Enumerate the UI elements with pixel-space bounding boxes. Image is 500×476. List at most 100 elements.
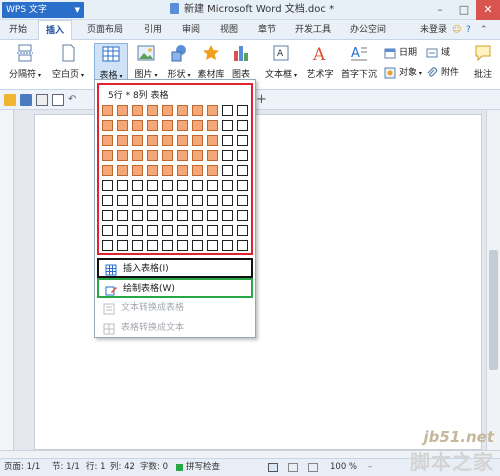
attachment-button[interactable]: 附件 xyxy=(426,64,459,82)
vertical-scrollbar[interactable] xyxy=(486,110,500,450)
grid-cell[interactable] xyxy=(147,165,158,176)
grid-cell[interactable] xyxy=(132,135,143,146)
tab-page-layout[interactable]: 页面布局 xyxy=(80,20,130,40)
grid-cell[interactable] xyxy=(117,210,128,221)
grid-cell[interactable] xyxy=(207,180,218,191)
outline-view-icon[interactable] xyxy=(288,463,298,472)
grid-cell[interactable] xyxy=(132,120,143,131)
grid-cell[interactable] xyxy=(132,240,143,251)
dropcap-button[interactable]: A 首字下沉 xyxy=(338,43,380,87)
grid-cell[interactable] xyxy=(162,195,173,206)
grid-cell[interactable] xyxy=(237,105,248,116)
ribbon-collapse-icon[interactable]: ⌃ xyxy=(480,20,488,40)
grid-cell[interactable] xyxy=(207,165,218,176)
grid-cell[interactable] xyxy=(177,120,188,131)
grid-cell[interactable] xyxy=(192,120,203,131)
grid-cell[interactable] xyxy=(222,240,233,251)
wordart-button[interactable]: A 艺术字 xyxy=(304,43,336,87)
grid-cell[interactable] xyxy=(237,135,248,146)
print-preview-icon[interactable] xyxy=(52,94,64,106)
grid-cell[interactable] xyxy=(162,225,173,236)
field-button[interactable]: 域 xyxy=(426,44,450,62)
grid-cell[interactable] xyxy=(162,150,173,161)
tab-review[interactable]: 审阅 xyxy=(176,20,206,40)
grid-cell[interactable] xyxy=(102,225,113,236)
grid-cell[interactable] xyxy=(162,165,173,176)
grid-cell[interactable] xyxy=(207,120,218,131)
grid-cell[interactable] xyxy=(162,135,173,146)
grid-cell[interactable] xyxy=(177,105,188,116)
login-link[interactable]: 未登录 xyxy=(420,20,447,40)
grid-cell[interactable] xyxy=(237,195,248,206)
grid-cell[interactable] xyxy=(222,210,233,221)
grid-cell[interactable] xyxy=(177,240,188,251)
zoom-out-icon[interactable]: – xyxy=(368,459,372,476)
tab-office-space[interactable]: 办公空间 xyxy=(344,20,392,40)
grid-cell[interactable] xyxy=(147,210,158,221)
grid-cell[interactable] xyxy=(147,240,158,251)
grid-cell[interactable] xyxy=(117,225,128,236)
open-folder-icon[interactable] xyxy=(4,94,16,106)
grid-cell[interactable] xyxy=(207,105,218,116)
grid-cell[interactable] xyxy=(102,165,113,176)
grid-cell[interactable] xyxy=(222,105,233,116)
grid-cell[interactable] xyxy=(102,180,113,191)
annotate-button[interactable]: 批注 xyxy=(468,43,498,87)
grid-cell[interactable] xyxy=(177,135,188,146)
grid-cell[interactable] xyxy=(192,180,203,191)
object-button[interactable]: 对象 ▾ xyxy=(384,64,422,82)
web-view-icon[interactable] xyxy=(308,463,318,472)
tab-reference[interactable]: 引用 xyxy=(138,20,168,40)
grid-cell[interactable] xyxy=(237,240,248,251)
grid-cell[interactable] xyxy=(222,225,233,236)
grid-cell[interactable] xyxy=(222,135,233,146)
tab-developer[interactable]: 开发工具 xyxy=(290,20,336,40)
grid-cell[interactable] xyxy=(237,210,248,221)
tab-chapter[interactable]: 章节 xyxy=(252,20,282,40)
grid-cell[interactable] xyxy=(117,135,128,146)
textbox-button[interactable]: A 文本框 ▾ xyxy=(262,43,300,87)
grid-cell[interactable] xyxy=(147,135,158,146)
minimize-icon[interactable]: – xyxy=(428,0,452,20)
skin-icon[interactable]: ☺ xyxy=(452,20,461,40)
grid-cell[interactable] xyxy=(222,120,233,131)
grid-cell[interactable] xyxy=(102,105,113,116)
grid-cell[interactable] xyxy=(162,240,173,251)
grid-cell[interactable] xyxy=(147,120,158,131)
grid-cell[interactable] xyxy=(192,105,203,116)
grid-cell[interactable] xyxy=(102,120,113,131)
print-icon[interactable] xyxy=(36,94,48,106)
page-view-icon[interactable] xyxy=(268,463,278,472)
grid-cell[interactable] xyxy=(222,180,233,191)
status-words[interactable]: 字数: 0 xyxy=(140,459,168,476)
insert-table-item[interactable]: 插入表格(I) xyxy=(97,258,253,278)
grid-cell[interactable] xyxy=(132,105,143,116)
grid-cell[interactable] xyxy=(237,120,248,131)
grid-cell[interactable] xyxy=(237,150,248,161)
grid-cell[interactable] xyxy=(207,135,218,146)
grid-cell[interactable] xyxy=(102,240,113,251)
grid-cell[interactable] xyxy=(147,225,158,236)
grid-cell[interactable] xyxy=(192,135,203,146)
add-tab-icon[interactable]: + xyxy=(256,93,267,106)
grid-cell[interactable] xyxy=(117,195,128,206)
tab-start[interactable]: 开始 xyxy=(2,20,34,40)
grid-cell[interactable] xyxy=(222,195,233,206)
grid-cell[interactable] xyxy=(132,180,143,191)
grid-cell[interactable] xyxy=(117,165,128,176)
grid-cell[interactable] xyxy=(192,150,203,161)
grid-cell[interactable] xyxy=(132,225,143,236)
zoom-level[interactable]: 100 % xyxy=(330,459,357,476)
grid-cell[interactable] xyxy=(147,105,158,116)
grid-cell[interactable] xyxy=(177,210,188,221)
app-menu-button[interactable]: WPS 文字 ▼ xyxy=(2,2,84,18)
grid-cell[interactable] xyxy=(102,210,113,221)
scroll-thumb[interactable] xyxy=(489,250,498,370)
grid-cell[interactable] xyxy=(177,165,188,176)
grid-cell[interactable] xyxy=(117,105,128,116)
grid-cell[interactable] xyxy=(147,195,158,206)
grid-cell[interactable] xyxy=(207,225,218,236)
grid-cell[interactable] xyxy=(132,195,143,206)
grid-cell[interactable] xyxy=(177,195,188,206)
grid-cell[interactable] xyxy=(177,150,188,161)
